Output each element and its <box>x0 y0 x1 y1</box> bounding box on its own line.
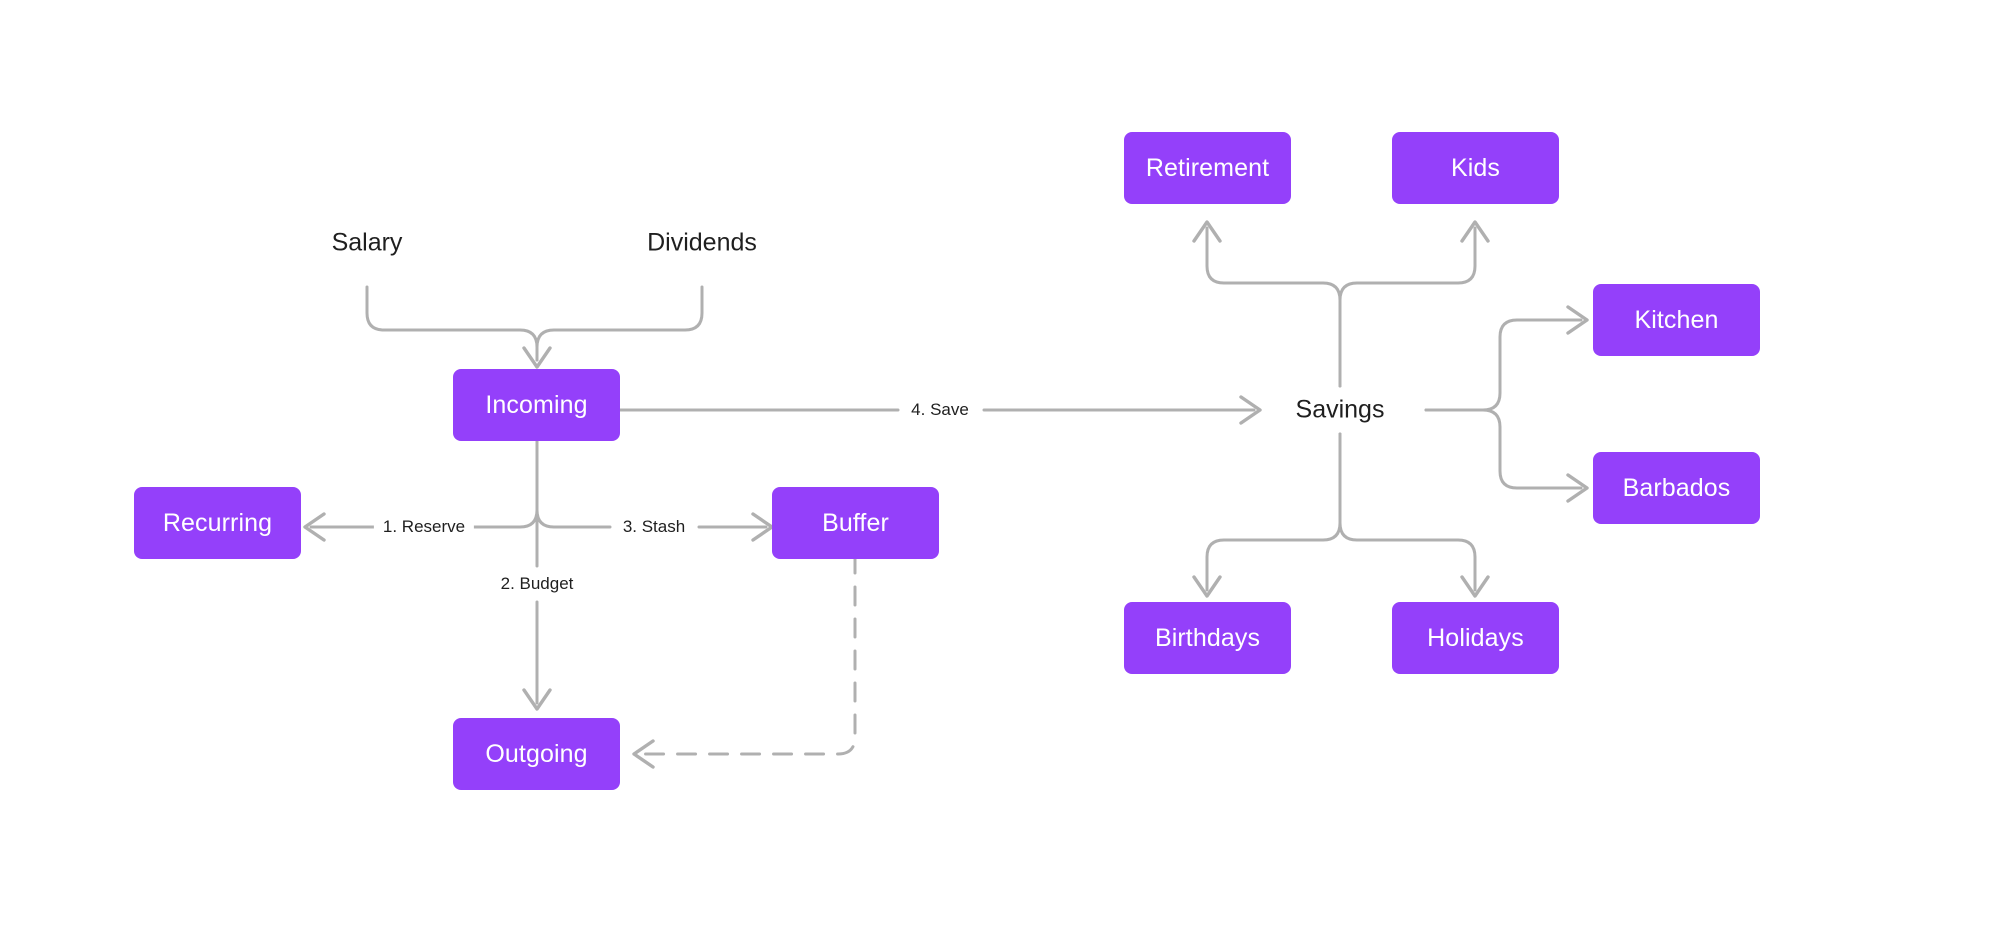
edge-savings-to-barbados <box>1424 408 1583 490</box>
node-savings[interactable]: Savings <box>1296 396 1385 425</box>
node-outgoing[interactable]: Outgoing <box>453 718 620 790</box>
node-kitchen-label: Kitchen <box>1634 305 1719 334</box>
edge-incoming-to-buffer <box>535 439 612 529</box>
node-incoming-label: Incoming <box>485 390 588 419</box>
edge-savings-to-birthdays <box>1205 432 1342 592</box>
edge-salary-to-incoming <box>365 285 539 362</box>
edge-label-save: 4. Save <box>902 399 978 421</box>
node-birthdays[interactable]: Birthdays <box>1124 602 1291 674</box>
node-retirement[interactable]: Retirement <box>1124 132 1291 204</box>
edge-savings-to-retirement <box>1205 226 1342 388</box>
edge-savings-to-kitchen <box>1424 318 1583 412</box>
node-kids-label: Kids <box>1450 153 1501 182</box>
edge-label-reserve: 1. Reserve <box>373 516 475 538</box>
node-dividends[interactable]: Dividends <box>647 229 757 258</box>
node-barbados-label: Barbados <box>1622 473 1731 502</box>
node-kids[interactable]: Kids <box>1392 132 1559 204</box>
node-holidays-label: Holidays <box>1427 623 1524 652</box>
node-salary[interactable]: Salary <box>332 229 403 258</box>
edge-label-budget: 2. Budget <box>491 573 583 595</box>
node-recurring-label: Recurring <box>162 508 273 537</box>
node-birthdays-label: Birthdays <box>1154 623 1261 652</box>
node-outgoing-label: Outgoing <box>485 739 588 768</box>
diagram-canvas: Salary Dividends Savings Incoming Recurr… <box>0 0 2000 931</box>
node-buffer-label: Buffer <box>822 508 889 537</box>
node-incoming[interactable]: Incoming <box>453 369 620 441</box>
edge-incoming-to-recurring <box>462 439 539 529</box>
node-kitchen[interactable]: Kitchen <box>1593 284 1760 356</box>
node-retirement-label: Retirement <box>1145 153 1270 182</box>
node-buffer[interactable]: Buffer <box>772 487 939 559</box>
edge-savings-to-kids <box>1338 226 1477 388</box>
node-recurring[interactable]: Recurring <box>134 487 301 559</box>
node-barbados[interactable]: Barbados <box>1593 452 1760 524</box>
node-holidays[interactable]: Holidays <box>1392 602 1559 674</box>
edge-label-stash: 3. Stash <box>613 516 695 538</box>
edge-savings-to-holidays <box>1338 432 1477 592</box>
edge-dividends-to-incoming <box>535 285 704 362</box>
